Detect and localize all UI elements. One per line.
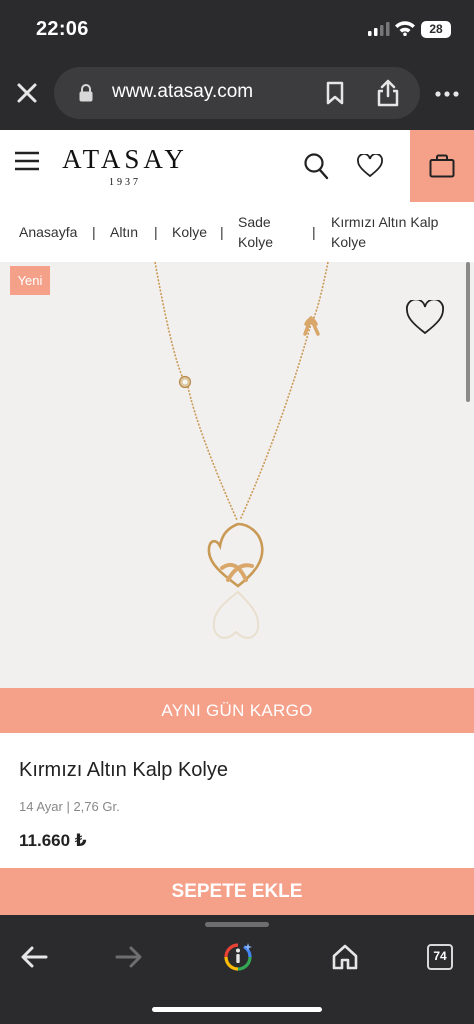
product-image[interactable]: Yeni	[0, 262, 474, 688]
breadcrumb-separator: |	[154, 224, 158, 240]
back-arrow-icon[interactable]	[20, 945, 48, 969]
breadcrumb-item-altin[interactable]: Altın	[110, 222, 138, 242]
browser-toolbar: 74	[0, 915, 474, 1024]
new-badge: Yeni	[10, 266, 50, 295]
breadcrumb-item-kolye[interactable]: Kolye	[172, 222, 207, 242]
drag-handle[interactable]	[205, 922, 269, 927]
lock-icon	[79, 84, 93, 102]
battery-indicator: 28	[421, 21, 451, 38]
page-scrollbar[interactable]	[466, 262, 470, 402]
bookmark-icon[interactable]	[324, 81, 346, 105]
breadcrumb-item-current: Kırmızı Altın Kalp Kolye	[331, 214, 439, 250]
status-bar: 22:06 28	[0, 0, 474, 58]
breadcrumb-item-sade-kolye[interactable]: Sade Kolye	[238, 212, 298, 252]
forward-arrow-icon[interactable]	[115, 945, 143, 969]
heart-icon[interactable]	[405, 300, 445, 336]
site-header: ATASAY 1937	[0, 130, 474, 204]
logo-text: ATASAY	[62, 144, 188, 174]
menu-icon[interactable]	[14, 150, 40, 172]
product-spec: 14 Ayar | 2,76 Gr.	[19, 799, 120, 814]
product-price: 11.660 ₺	[19, 831, 87, 850]
breadcrumb: Anasayfa | Altın | Kolye | Sade Kolye | …	[0, 204, 474, 262]
close-icon[interactable]	[14, 80, 40, 106]
same-day-shipping-banner: AYNI GÜN KARGO	[0, 688, 474, 733]
heart-icon[interactable]	[356, 154, 384, 178]
logo-year: 1937	[109, 177, 141, 188]
home-icon[interactable]	[331, 943, 359, 971]
search-icon[interactable]	[303, 152, 329, 180]
breadcrumb-separator: |	[312, 224, 316, 240]
url-field[interactable]: www.atasay.com	[54, 67, 420, 119]
home-indicator	[152, 1007, 322, 1012]
status-time: 22:06	[36, 18, 89, 40]
breadcrumb-item-home[interactable]: Anasayfa	[19, 222, 77, 242]
product-info: Kırmızı Altın Kalp Kolye 14 Ayar | 2,76 …	[0, 733, 474, 868]
breadcrumb-separator: |	[92, 224, 96, 240]
more-options-icon[interactable]	[434, 90, 460, 98]
atasay-logo[interactable]: ATASAY 1937	[60, 144, 190, 188]
product-title: Kırmızı Altın Kalp Kolye	[19, 759, 228, 781]
google-lens-icon[interactable]	[222, 941, 254, 973]
signal-icon	[368, 22, 390, 36]
tab-count-button[interactable]: 74	[427, 944, 453, 970]
wifi-icon	[395, 21, 415, 36]
cart-button[interactable]	[410, 130, 474, 202]
breadcrumb-separator: |	[220, 224, 224, 240]
bag-icon	[429, 154, 455, 178]
url-text: www.atasay.com	[112, 81, 254, 102]
share-icon[interactable]	[376, 79, 400, 107]
add-to-cart-button[interactable]: SEPETE EKLE	[0, 868, 474, 915]
heart-necklace-image	[154, 262, 329, 639]
browser-address-bar: www.atasay.com	[0, 58, 474, 130]
